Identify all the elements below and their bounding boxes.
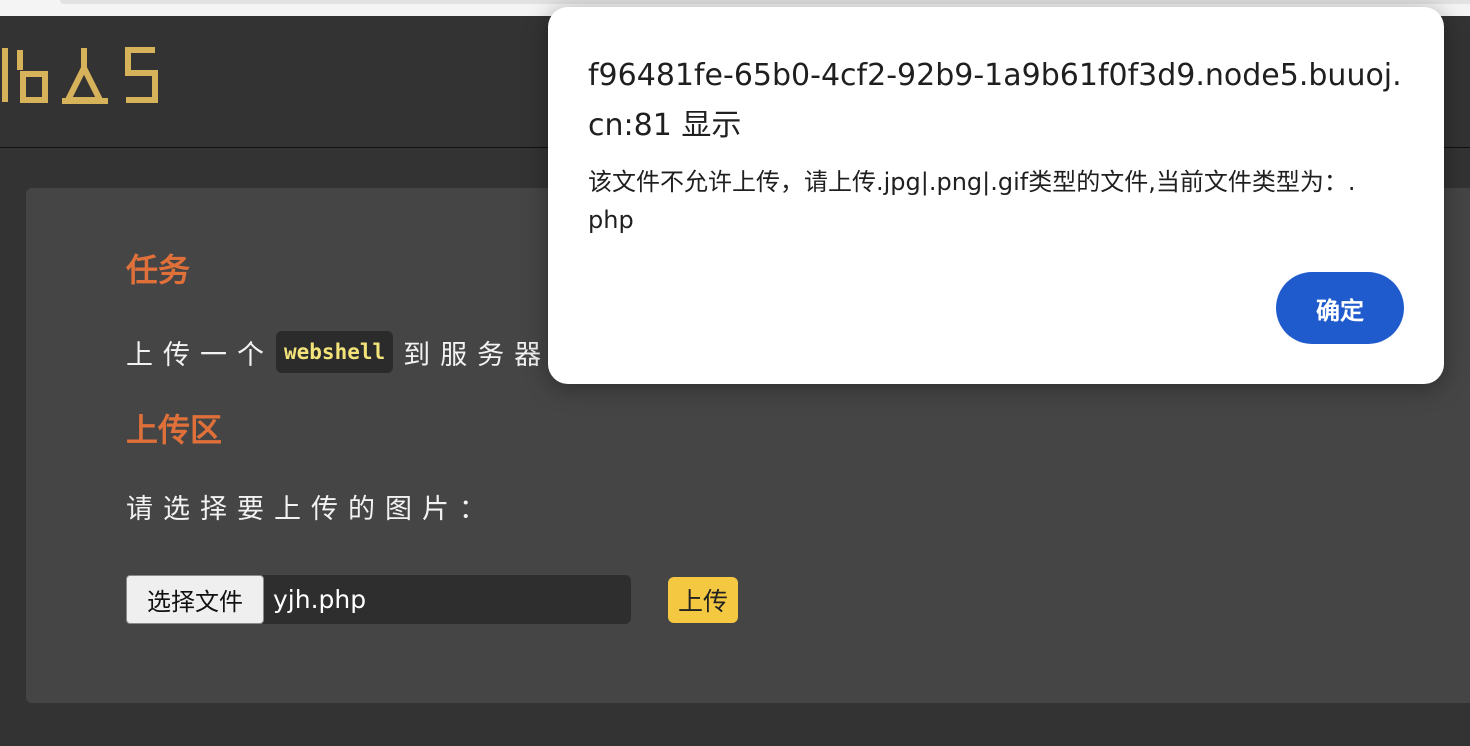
task-text-after: 到服务器 <box>403 339 552 371</box>
alert-dialog: f96481fe-65b0-4cf2-92b9-1a9b61f0f3d9.nod… <box>548 7 1444 384</box>
selected-file-name: yjh.php <box>273 585 367 614</box>
dialog-ok-button[interactable]: 确定 <box>1276 272 1404 344</box>
task-text-before: 上传一个 <box>126 339 274 371</box>
upload-button[interactable]: 上传 <box>668 577 738 623</box>
task-description: 上传一个 webshell 到服务器 <box>126 330 551 374</box>
choose-image-prompt: 请选择要上传的图片： <box>126 494 496 525</box>
webshell-code: webshell <box>276 331 394 373</box>
dialog-title: f96481fe-65b0-4cf2-92b9-1a9b61f0f3d9.nod… <box>588 58 1402 143</box>
ctf-logo-icon <box>2 47 158 104</box>
browser-top-shade <box>60 0 1470 4</box>
upload-heading: 上传区 <box>126 411 223 449</box>
dialog-message: 该文件不允许上传，请上传.jpg|.png|.gif类型的文件,当前文件类型为：… <box>588 168 1356 234</box>
file-input[interactable]: 选择文件 yjh.php <box>126 575 631 624</box>
task-heading: 任务 <box>126 251 191 289</box>
choose-file-button[interactable]: 选择文件 <box>126 575 264 624</box>
